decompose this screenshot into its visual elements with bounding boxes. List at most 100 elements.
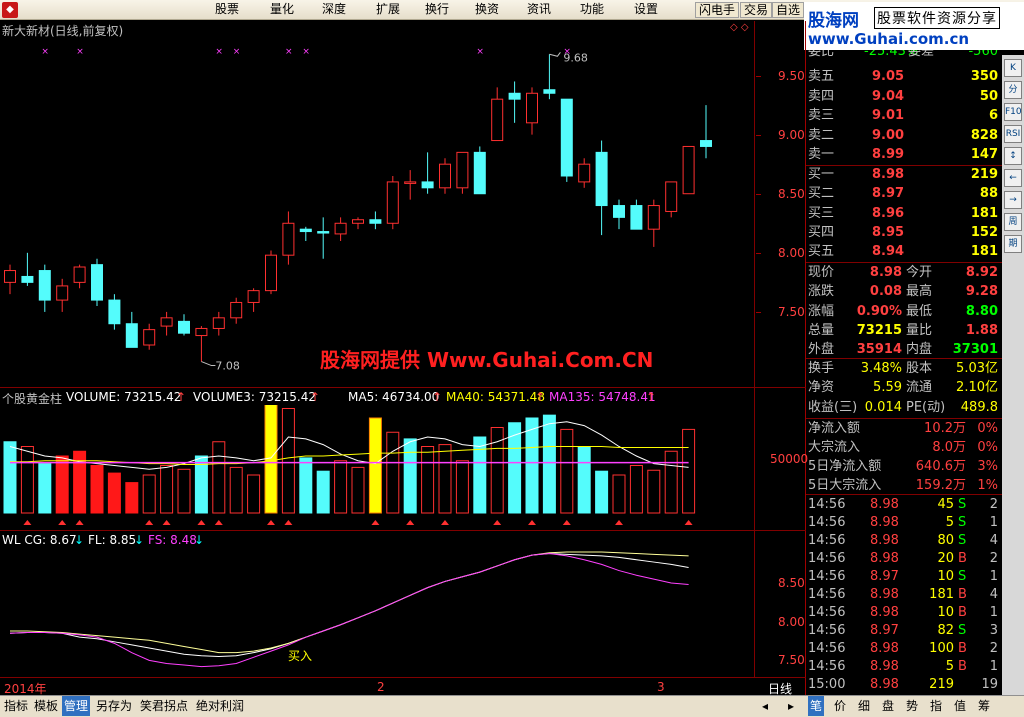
buy-row[interactable]: 买五 8.94 181 (808, 243, 1000, 261)
fundamental-value: 5.03亿 (956, 361, 998, 376)
fundamental-row[interactable]: 换手 3.48% 股本 5.03亿 (808, 360, 1000, 378)
right-panel-tab[interactable]: 指 (928, 696, 944, 716)
buy-row[interactable]: 买三 8.96 181 (808, 205, 1000, 223)
tab-indicator[interactable]: 指标 (2, 696, 30, 716)
candle-body (352, 219, 364, 224)
tab-manage[interactable]: 管理 (62, 696, 91, 716)
tool-icon[interactable]: ← (1004, 169, 1022, 187)
candle-body (317, 231, 330, 234)
tick-row[interactable]: 14:56 8.98 100 B 2 (808, 640, 1000, 658)
menu-function[interactable]: 功能 (580, 1, 604, 18)
tick-row[interactable]: 14:56 8.98 5 S 1 (808, 514, 1000, 532)
tick-time: 14:56 (808, 497, 846, 512)
right-panel-tab[interactable]: 值 (952, 696, 968, 716)
right-panel-tab[interactable]: 价 (832, 696, 848, 716)
scroll-right-icon[interactable]: ▸ (786, 696, 796, 716)
menu-stock[interactable]: 股票 (215, 1, 239, 18)
volume-bar (107, 472, 121, 514)
tick-time: 14:56 (808, 623, 846, 638)
tick-row[interactable]: 14:56 8.98 5 B 1 (808, 658, 1000, 676)
tool-icon[interactable]: 分 (1004, 81, 1022, 99)
signal-arrow-icon (441, 520, 449, 525)
price-tick-label: 8.50 (778, 186, 805, 201)
tick-volume: 181 (929, 587, 954, 602)
tool-icon[interactable]: 期 (1004, 235, 1022, 253)
tab-absolute-profit[interactable]: 绝对利润 (194, 696, 246, 716)
fl-line (10, 551, 689, 654)
stat-row[interactable]: 外盘 35914 内盘 37301 (808, 341, 1000, 359)
tick-side: B (958, 587, 967, 602)
fund-flow-row[interactable]: 5日净流入额 640.6万 3% (808, 458, 1000, 476)
tick-row[interactable]: 14:56 8.98 80 S 4 (808, 532, 1000, 550)
right-panel-tab[interactable]: 细 (856, 696, 872, 716)
tick-side: S (958, 569, 967, 584)
scroll-left-icon[interactable]: ◂ (760, 696, 770, 716)
buy-price: 8.94 (872, 244, 905, 260)
sell-row[interactable]: 卖二 9.00 828 (808, 127, 1000, 145)
tool-icon[interactable]: K (1004, 59, 1022, 77)
candlestick-chart[interactable]: × × × × × × × ×9.687.08 (0, 40, 754, 385)
chart-title: 新大新材(日线,前复权) (2, 24, 124, 38)
tick-row[interactable]: 15:00 8.98 219 19 (808, 676, 1000, 694)
chart-options-icon[interactable]: ◇ ◇ (730, 22, 749, 33)
tab-save-as[interactable]: 另存为 (94, 696, 134, 716)
sell-row[interactable]: 卖三 9.01 6 (808, 107, 1000, 125)
tab-template[interactable]: 模板 (32, 696, 60, 716)
sell-row[interactable]: 卖一 8.99 147 (808, 146, 1000, 164)
app-logo-icon[interactable]: ◆ (2, 2, 18, 18)
right-panel-tab[interactable]: 盘 (880, 696, 896, 716)
stat-row[interactable]: 现价 8.98 今开 8.92 (808, 264, 1000, 282)
right-panel-tab[interactable]: 筹 (976, 696, 992, 716)
sell-row[interactable]: 卖五 9.05 350 (808, 68, 1000, 86)
tick-row[interactable]: 14:56 8.97 82 S 3 (808, 622, 1000, 640)
flash-trade-button[interactable]: 闪电手 (695, 2, 740, 18)
site-logo-banner: 股海网 股票软件资源分享 www.Guhai.com.cn (804, 2, 1024, 50)
menu-switch-info[interactable]: 换资 (475, 1, 499, 18)
tick-volume: 82 (937, 623, 954, 638)
buy-row[interactable]: 买一 8.98 219 (808, 166, 1000, 184)
buy-row[interactable]: 买二 8.97 88 (808, 185, 1000, 203)
menu-depth[interactable]: 深度 (322, 1, 346, 18)
volume-chart[interactable] (0, 405, 754, 529)
fund-flow-row[interactable]: 净流入额 10.2万 0% (808, 420, 1000, 438)
fund-flow-row[interactable]: 5日大宗流入 159.2万 1% (808, 477, 1000, 495)
tick-row[interactable]: 14:56 8.98 10 B 1 (808, 604, 1000, 622)
stat-row[interactable]: 涨幅 0.90% 最低 8.80 (808, 303, 1000, 321)
fundamental-row[interactable]: 收益(三) 0.014 PE(动) 489.8 (808, 399, 1000, 417)
menu-news[interactable]: 资讯 (527, 1, 551, 18)
tick-row[interactable]: 14:56 8.97 10 S 1 (808, 568, 1000, 586)
tick-time: 14:56 (808, 515, 846, 530)
buy-price: 8.98 (872, 167, 905, 182)
menu-settings[interactable]: 设置 (634, 1, 658, 18)
tick-row[interactable]: 14:56 8.98 45 S 2 (808, 496, 1000, 514)
tick-row[interactable]: 14:56 8.98 20 B 2 (808, 550, 1000, 568)
indicator-chart[interactable] (0, 548, 754, 676)
menu-quant[interactable]: 量化 (270, 1, 294, 18)
right-panel-tab[interactable]: 势 (904, 696, 920, 716)
tool-icon[interactable]: → (1004, 191, 1022, 209)
buy-row[interactable]: 买四 8.95 152 (808, 224, 1000, 242)
tab-xiaojun-turn[interactable]: 笑君拐点 (138, 696, 190, 716)
stat-row[interactable]: 总量 73215 量比 1.88 (808, 322, 1000, 340)
trade-button[interactable]: 交易 (740, 2, 773, 18)
signal-arrow-icon (406, 520, 415, 525)
fundamental-row[interactable]: 净资 5.59 流通 2.10亿 (808, 379, 1000, 397)
watchlist-button[interactable]: 自选 (772, 2, 805, 18)
tool-icon[interactable]: F10 (1004, 103, 1022, 121)
candle-body (334, 222, 347, 235)
tool-icon[interactable]: RSI (1004, 125, 1022, 143)
fundamental-label: 净资 (808, 380, 835, 396)
tick-row[interactable]: 14:56 8.98 181 B 4 (808, 586, 1000, 604)
tool-icon[interactable]: ↕ (1004, 147, 1022, 165)
sell-row[interactable]: 卖四 9.04 50 (808, 88, 1000, 106)
buy-level-label: 买二 (808, 186, 835, 202)
volume-bar (560, 428, 574, 514)
indicator-tick-label: 8.00 (778, 614, 805, 629)
right-panel-tab[interactable]: 笔 (808, 696, 825, 716)
logo-name: 股海网 (808, 11, 859, 31)
stat-row[interactable]: 涨跌 0.08 最高 9.28 (808, 283, 1000, 301)
menu-extend[interactable]: 扩展 (376, 1, 400, 18)
menu-switch-row[interactable]: 换行 (425, 1, 449, 18)
tool-icon[interactable]: 周 (1004, 213, 1022, 231)
fund-flow-row[interactable]: 大宗流入 8.0万 0% (808, 439, 1000, 457)
